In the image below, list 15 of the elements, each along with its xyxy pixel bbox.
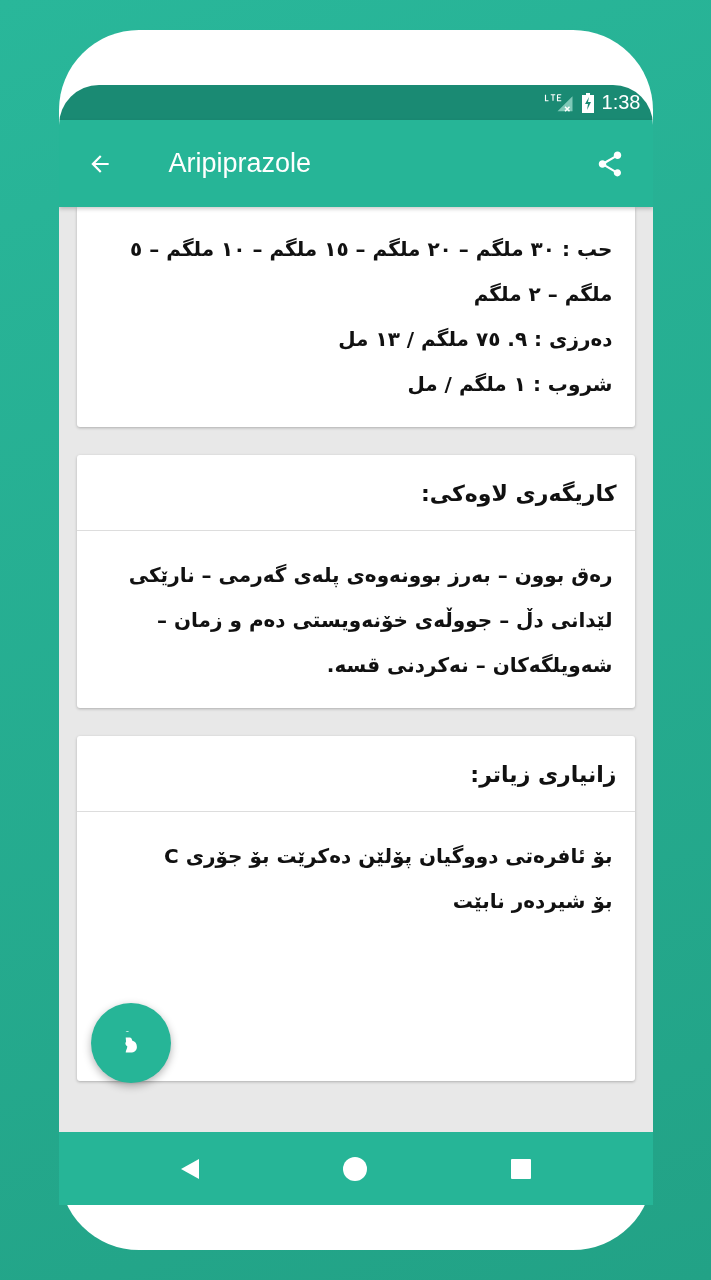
- battery-icon: [581, 92, 594, 113]
- clock-time: 1:38: [601, 91, 641, 114]
- home-circle-icon[interactable]: [343, 1156, 368, 1181]
- card-text: بۆ ئافرەتی دووگیان پۆلێن دەکرێت بۆ جۆری C: [163, 843, 613, 871]
- card-text: شروب : ١ ملگم / مل: [406, 371, 613, 398]
- signal-icon: [543, 91, 574, 114]
- app-title: Aripiprazole: [168, 148, 313, 179]
- back-triangle-icon[interactable]: [180, 1157, 201, 1180]
- card-text: دەرزی : ٩. ٧٥ ملگم / ١٣ مل: [337, 326, 613, 353]
- card-text: رەق بوون – بەرز بوونەوەی پلەی گەرمی – نارێکی لێدانی دڵ – جووڵەی خۆنەویستی دەم و زمان – شەویلگەکان – نەکردنی قسە.: [127, 562, 613, 679]
- card-title: کاریگەری لاوەکی:: [421, 481, 617, 506]
- card-text: حب : ٣٠ ملگم – ٢٠ ملگم – ١٥ ملگم – ١٠ ملگم – ٥ ملگم – ٢ ملگم: [129, 236, 613, 308]
- card-title: زانیاری زیاتر:: [470, 762, 617, 787]
- recents-square-icon[interactable]: [510, 1158, 531, 1179]
- card-text: بۆ شیردەر نابێت: [451, 888, 613, 915]
